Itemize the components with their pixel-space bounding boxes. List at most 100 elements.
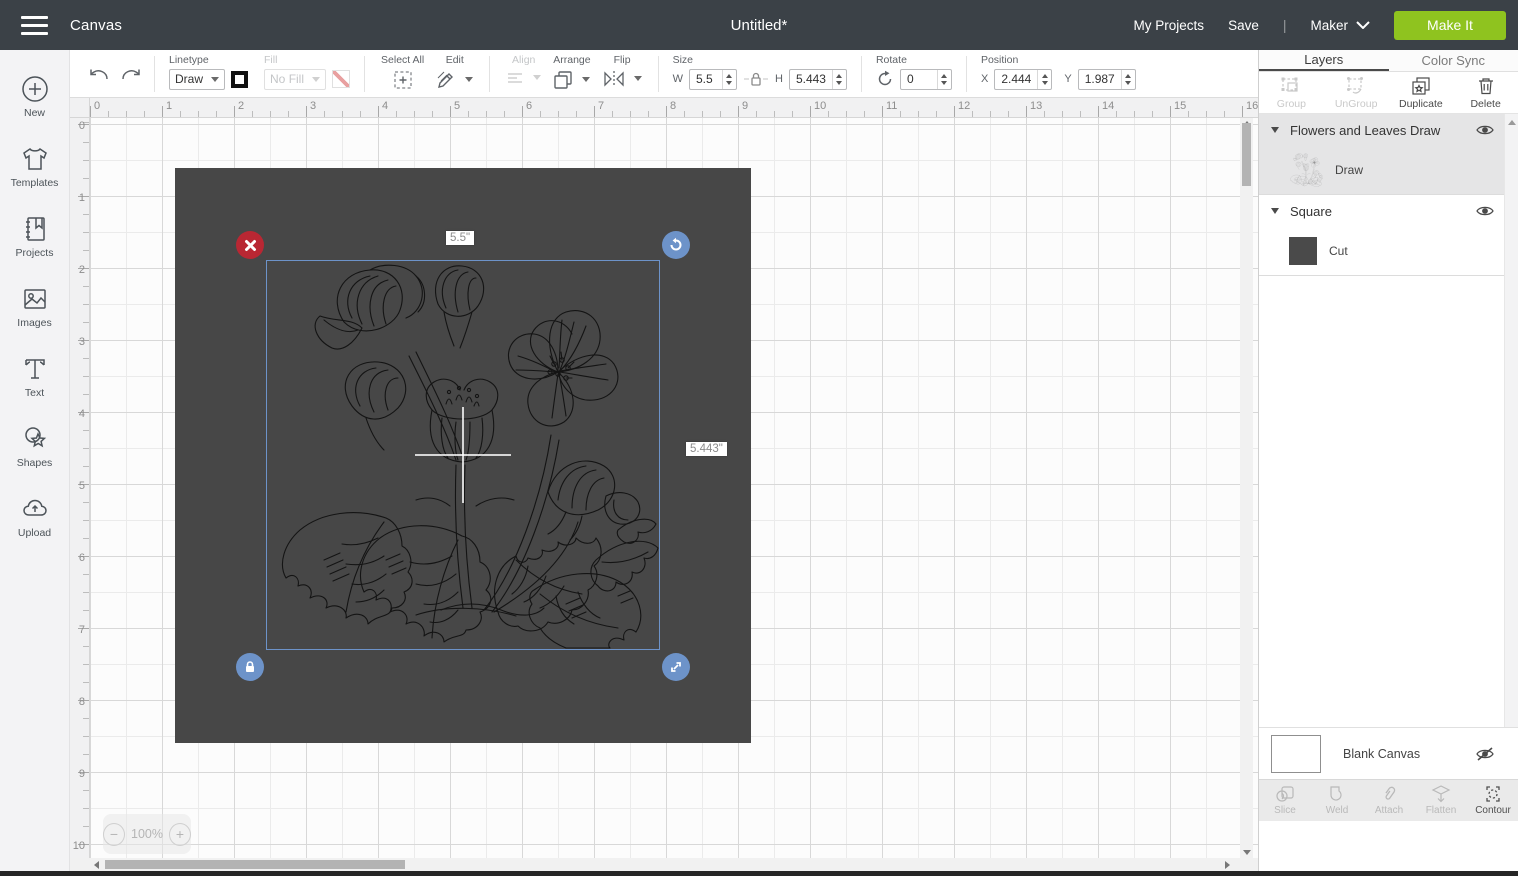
align-button: Align [506, 54, 541, 94]
zoom-in-button[interactable]: + [169, 823, 191, 846]
rotate-field[interactable]: 0 [900, 69, 952, 90]
contour-button[interactable]: Contour [1467, 780, 1518, 821]
attach-button: Attach [1363, 780, 1415, 821]
flip-button[interactable]: Flip [603, 54, 642, 94]
arrange-label: Arrange [553, 54, 590, 66]
visibility-eye-icon[interactable] [1476, 124, 1494, 136]
panel-scroll-up-icon[interactable] [1508, 120, 1516, 125]
resize-selection-handle[interactable] [662, 653, 690, 681]
align-icon [506, 70, 524, 86]
height-field[interactable]: 5.443 [789, 69, 847, 90]
ruler-number: 8 [79, 696, 85, 708]
horizontal-scrollbar[interactable] [70, 858, 1258, 871]
blank-canvas-row[interactable]: Blank Canvas [1259, 727, 1518, 779]
width-stepper[interactable] [722, 70, 736, 89]
sidebar-label: Templates [11, 177, 59, 189]
position-y-field[interactable]: 1.987 [1078, 69, 1136, 90]
save-link[interactable]: Save [1228, 18, 1259, 33]
height-axis-label: H [775, 73, 783, 85]
sidebar-item-templates[interactable]: Templates [0, 132, 70, 202]
sidebar-item-upload[interactable]: Upload [0, 482, 70, 552]
height-stepper[interactable] [832, 70, 846, 89]
my-projects-link[interactable]: My Projects [1134, 18, 1205, 33]
resize-diagonal-icon [669, 660, 683, 674]
vertical-scroll-thumb[interactable] [1242, 123, 1251, 186]
attach-label: Attach [1375, 805, 1403, 816]
layer-row-draw[interactable]: Draw [1259, 146, 1518, 194]
tab-color-sync[interactable]: Color Sync [1389, 50, 1518, 71]
fill-dropdown: No Fill [264, 69, 326, 90]
position-y-value: 1.987 [1079, 70, 1121, 89]
ungroup-icon [1345, 76, 1367, 96]
linetype-color-swatch[interactable] [231, 71, 248, 88]
group-name: Square [1290, 204, 1476, 219]
duplicate-button[interactable]: Duplicate [1389, 72, 1454, 113]
ruler-number: 11 [886, 100, 897, 112]
fill-section: Fill No Fill [264, 54, 350, 94]
scroll-down-arrow-icon[interactable] [1243, 850, 1251, 855]
rotate-selection-handle[interactable] [662, 231, 690, 259]
group-header-flowers[interactable]: Flowers and Leaves Draw [1259, 114, 1518, 146]
rotate-label: Rotate [876, 54, 952, 66]
select-all-label: Select All [381, 54, 424, 66]
selection-bounding-box[interactable] [266, 260, 660, 650]
sidebar-item-new[interactable]: New [0, 62, 70, 132]
ruler-number: 0 [94, 100, 100, 112]
hidden-eye-icon[interactable] [1475, 746, 1495, 762]
position-label: Position [981, 54, 1136, 66]
collapse-triangle-icon[interactable] [1271, 127, 1279, 133]
blank-canvas-swatch[interactable] [1271, 735, 1321, 773]
layer-row-cut[interactable]: Cut [1259, 227, 1518, 275]
group-label: Group [1277, 98, 1306, 110]
tab-layers[interactable]: Layers [1259, 50, 1389, 71]
topbar-separator: | [1283, 17, 1287, 33]
edit-button[interactable]: Edit [436, 54, 473, 94]
zoom-out-button[interactable]: − [103, 823, 125, 846]
visibility-eye-icon[interactable] [1476, 205, 1494, 217]
size-lock-icon[interactable] [743, 70, 769, 88]
layer-group-square[interactable]: Square Cut [1259, 195, 1518, 275]
delete-selection-handle[interactable] [236, 231, 264, 259]
project-title[interactable]: Untitled* [731, 17, 788, 34]
cut-layer-swatch [1289, 237, 1317, 265]
select-all-button[interactable]: Select All [381, 54, 424, 94]
panel-scrollbar[interactable] [1504, 114, 1518, 777]
linetype-section: Linetype Draw [169, 54, 248, 94]
canvas-grid[interactable]: 5.5" 5.443" − 100% + [90, 118, 1258, 858]
redo-icon[interactable] [120, 64, 144, 84]
scroll-right-arrow-icon[interactable] [1225, 861, 1230, 869]
hamburger-menu-icon[interactable] [21, 16, 48, 35]
collapse-triangle-icon[interactable] [1271, 208, 1279, 214]
make-it-button[interactable]: Make It [1394, 11, 1506, 40]
plus-circle-icon [21, 75, 49, 103]
group-header-square[interactable]: Square [1259, 195, 1518, 227]
layer-group-flowers[interactable]: Flowers and Leaves Draw Draw [1259, 114, 1518, 194]
vertical-scrollbar[interactable] [1240, 118, 1253, 858]
scroll-left-arrow-icon[interactable] [94, 861, 99, 869]
sidebar-item-text[interactable]: Text [0, 342, 70, 412]
flatten-icon [1431, 785, 1451, 803]
selection-height-label: 5.443" [686, 442, 727, 456]
lock-aspect-handle[interactable] [236, 653, 264, 681]
width-field[interactable]: 5.5 [689, 69, 737, 90]
slice-label: Slice [1274, 805, 1296, 816]
position-y-stepper[interactable] [1121, 70, 1135, 89]
flip-icon [603, 70, 625, 88]
delete-button[interactable]: Delete [1453, 72, 1518, 113]
ruler-corner [70, 98, 90, 118]
flatten-button: Flatten [1415, 780, 1467, 821]
rotate-stepper[interactable] [937, 70, 951, 89]
duplicate-label: Duplicate [1399, 98, 1443, 110]
sidebar-item-projects[interactable]: Projects [0, 202, 70, 272]
position-x-stepper[interactable] [1037, 70, 1051, 89]
close-icon [244, 239, 257, 252]
ruler-number: 10 [814, 100, 826, 112]
horizontal-scroll-thumb[interactable] [105, 860, 405, 869]
linetype-dropdown[interactable]: Draw [169, 69, 225, 90]
position-x-field[interactable]: 2.444 [994, 69, 1052, 90]
arrange-button[interactable]: Arrange [553, 54, 590, 94]
sidebar-item-shapes[interactable]: Shapes [0, 412, 70, 482]
sidebar-item-images[interactable]: Images [0, 272, 70, 342]
undo-icon[interactable] [86, 64, 110, 84]
machine-selector[interactable]: Maker [1310, 18, 1370, 33]
